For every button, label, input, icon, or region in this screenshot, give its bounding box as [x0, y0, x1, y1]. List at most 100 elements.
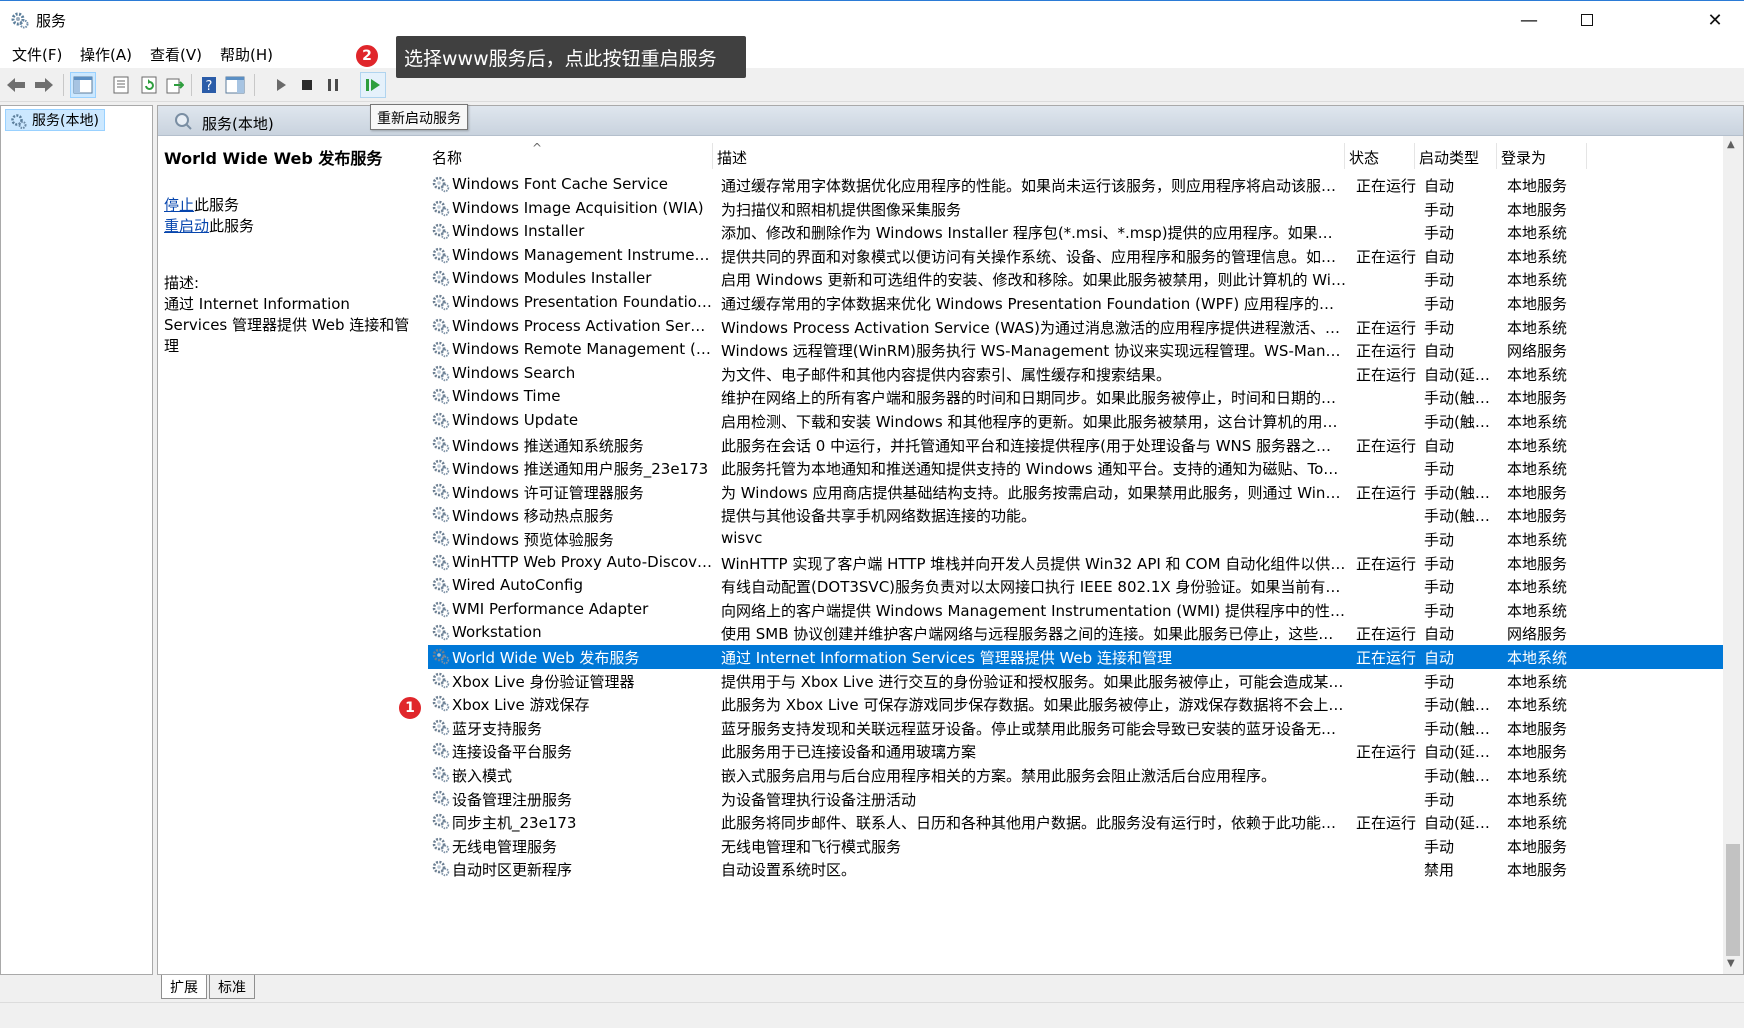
menu-help[interactable]: 帮助(H) [220, 44, 273, 65]
restart-service-link[interactable]: 重启动 [164, 217, 209, 235]
column-header-status[interactable]: 状态 [1345, 143, 1415, 169]
tab-standard[interactable]: 标准 [209, 975, 255, 999]
service-row[interactable]: Windows Presentation Foundation Fo... 通过缓… [428, 291, 1734, 315]
service-startup-type: 自动 [1424, 436, 1455, 455]
service-row[interactable]: 连接设备平台服务 此服务用于已连接设备和通用玻璃方案 正在运行 自动(延迟... 本地服… [428, 739, 1734, 763]
service-status: 正在运行 [1356, 554, 1417, 573]
service-status: 正在运行 [1356, 814, 1417, 833]
column-header-name[interactable]: 名称 [428, 143, 713, 169]
service-row[interactable]: 同步主机_23e173 此服务将同步邮件、联系人、日历和各种其他用户数据。此服务没… [428, 810, 1734, 834]
service-row[interactable]: Xbox Live 游戏保存 此服务为 Xbox Live 可保存游戏同步保存数据… [428, 692, 1734, 716]
scroll-up-icon[interactable]: ▲ [1727, 139, 1735, 150]
vertical-scrollbar[interactable]: ▲ ▼ [1723, 136, 1743, 974]
service-row[interactable]: Windows Time 维护在网络上的所有客户端和服务器的时间和日期同步。如果此… [428, 385, 1734, 409]
service-log-on-as: 本地服务 [1507, 507, 1568, 526]
column-header-description[interactable]: 描述 [713, 143, 1345, 169]
properties-button[interactable] [108, 72, 134, 98]
service-gear-icon [431, 339, 451, 359]
start-service-button[interactable] [268, 72, 294, 98]
service-row[interactable]: 设备管理注册服务 为设备管理执行设备注册活动 手动 本地系统 [428, 787, 1734, 811]
service-name: Windows 移动热点服务 [452, 507, 614, 526]
service-row[interactable]: Windows 推送通知用户服务_23e173 此服务托管为本地通知和推送通知提供… [428, 456, 1734, 480]
show-console-tree-button[interactable] [70, 72, 96, 98]
export-list-button[interactable] [162, 72, 188, 98]
service-log-on-as: 本地系统 [1507, 271, 1568, 290]
service-row[interactable]: Windows Remote Management (WS-... Windows… [428, 338, 1734, 362]
forward-button[interactable] [31, 72, 57, 98]
service-row[interactable]: 自动时区更新程序 自动设置系统时区。 禁用 本地服务 [428, 857, 1734, 881]
service-description: 为 Windows 应用商店提供基础结构支持。此服务按需启动，如果禁用此服务，则… [721, 483, 1346, 502]
service-row[interactable]: 蓝牙支持服务 蓝牙服务支持发现和关联远程蓝牙设备。停止或禁用此服务可能会导致已安装… [428, 716, 1734, 740]
service-log-on-as: 本地系统 [1507, 578, 1568, 597]
menu-file[interactable]: 文件(F) [12, 44, 62, 65]
service-log-on-as: 本地系统 [1507, 767, 1568, 785]
minimize-button[interactable]: — [1500, 1, 1558, 39]
service-description: 此服务将同步邮件、联系人、日历和各种其他用户数据。此服务没有运行时，依赖于此功能… [721, 814, 1346, 833]
column-header-log-on-as[interactable]: 登录为 [1497, 143, 1587, 169]
service-name: World Wide Web 发布服务 [452, 649, 640, 667]
service-description: 此服务在会话 0 中运行，并托管通知平台和连接提供程序(用于处理设备与 WNS … [721, 436, 1346, 455]
show-action-pane-button[interactable] [222, 72, 248, 98]
menu-action[interactable]: 操作(A) [80, 44, 132, 65]
service-row[interactable]: Windows 许可证管理器服务 为 Windows 应用商店提供基础结构支持。此… [428, 480, 1734, 504]
service-row[interactable]: Wired AutoConfig 有线自动配置(DOT3SVC)服务负责对以太网接… [428, 574, 1734, 598]
maximize-button[interactable] [1558, 1, 1616, 39]
pane-header-label: 服务(本地) [202, 115, 274, 133]
service-row[interactable]: Xbox Live 身份验证管理器 提供用于与 Xbox Live 进行交互的身份… [428, 669, 1734, 693]
console-tree: 服务(本地) [0, 105, 153, 975]
service-startup-type: 手动 [1424, 837, 1455, 856]
description-text: 通过 Internet Information Services 管理器提供 W… [164, 295, 410, 355]
scrollbar-thumb[interactable] [1726, 844, 1740, 956]
service-row[interactable]: Windows 预览体验服务 wisvc 手动 本地系统 [428, 527, 1734, 551]
close-button[interactable]: ✕ [1686, 1, 1744, 39]
service-row[interactable]: Windows Management Instrumentation 提供共同的界… [428, 244, 1734, 268]
scroll-down-icon[interactable]: ▼ [1727, 958, 1735, 969]
service-startup-type: 手动 [1424, 601, 1455, 620]
annotation-badge-1: 1 [397, 695, 423, 721]
service-name: WMI Performance Adapter [452, 599, 649, 618]
service-row[interactable]: Windows 移动热点服务 提供与其他设备共享手机网络数据连接的功能。 手动(触发… [428, 503, 1734, 527]
service-row[interactable]: Windows Installer 添加、修改和删除作为 Windows Inst… [428, 220, 1734, 244]
service-row[interactable]: WMI Performance Adapter 向网络上的客户端提供 Window… [428, 598, 1734, 622]
service-row[interactable]: World Wide Web 发布服务 通过 Internet Informati… [428, 645, 1734, 669]
service-log-on-as: 本地服务 [1507, 200, 1568, 219]
view-tabs: 扩展 标准 [157, 975, 757, 1001]
selected-service-title: World Wide Web 发布服务 [164, 149, 383, 168]
restart-service-button[interactable] [360, 72, 386, 98]
service-description: 嵌入式服务启用与后台应用程序相关的方案。禁用此服务会阻止激活后台应用程序。 [721, 767, 1277, 785]
stop-service-button[interactable] [294, 72, 320, 98]
menu-view[interactable]: 查看(V) [150, 44, 202, 65]
stop-service-link[interactable]: 停止 [164, 196, 194, 214]
service-log-on-as: 本地系统 [1507, 413, 1568, 431]
tree-item-services-local[interactable]: 服务(本地) [5, 109, 105, 131]
service-row[interactable]: Windows Modules Installer 启用 Windows 更新和可… [428, 267, 1734, 291]
search-services-icon [172, 110, 194, 136]
pause-service-button[interactable] [320, 72, 346, 98]
service-row[interactable]: Windows Search 为文件、电子邮件和其他内容提供内容索引、属性缓存和搜… [428, 362, 1734, 386]
service-row[interactable]: Windows 推送通知系统服务 此服务在会话 0 中运行，并托管通知平台和连接提… [428, 433, 1734, 457]
service-gear-icon [431, 670, 451, 690]
service-row[interactable]: Workstation 使用 SMB 协议创建并维护客户端网络与远程服务器之间的连… [428, 621, 1734, 645]
service-row[interactable]: WinHTTP Web Proxy Auto-Discovery ... WinH… [428, 551, 1734, 575]
service-row[interactable]: Windows Image Acquisition (WIA) 为扫描仪和照相机提… [428, 197, 1734, 221]
title-bar: 服务 — ✕ [0, 0, 1744, 38]
service-name: WinHTTP Web Proxy Auto-Discovery ... [452, 552, 714, 571]
service-row[interactable]: 无线电管理服务 无线电管理和飞行模式服务 手动 本地服务 [428, 834, 1734, 858]
help-button[interactable]: ? [196, 72, 222, 98]
refresh-button[interactable] [136, 72, 162, 98]
service-row[interactable]: 嵌入模式 嵌入式服务启用与后台应用程序相关的方案。禁用此服务会阻止激活后台应用程序… [428, 763, 1734, 787]
back-button[interactable] [3, 72, 29, 98]
column-header-startup-type[interactable]: 启动类型 [1415, 143, 1497, 169]
service-name: Windows 预览体验服务 [452, 531, 614, 549]
service-log-on-as: 本地服务 [1507, 861, 1568, 880]
console-tree-icon [73, 76, 93, 94]
service-startup-type: 手动(触发... [1424, 696, 1500, 715]
service-name: 自动时区更新程序 [452, 861, 573, 880]
service-log-on-as: 本地服务 [1507, 743, 1568, 762]
service-row[interactable]: Windows Process Activation Service Window… [428, 315, 1734, 339]
service-description: Windows Process Activation Service (WAS)… [721, 318, 1346, 337]
tab-extended[interactable]: 扩展 [161, 975, 207, 999]
service-row[interactable]: Windows Font Cache Service 通过缓存常用字体数据优化应用… [428, 173, 1734, 197]
service-row[interactable]: Windows Update 启用检测、下载和安装 Windows 和其他程序的更… [428, 409, 1734, 433]
service-log-on-as: 本地系统 [1507, 814, 1568, 833]
